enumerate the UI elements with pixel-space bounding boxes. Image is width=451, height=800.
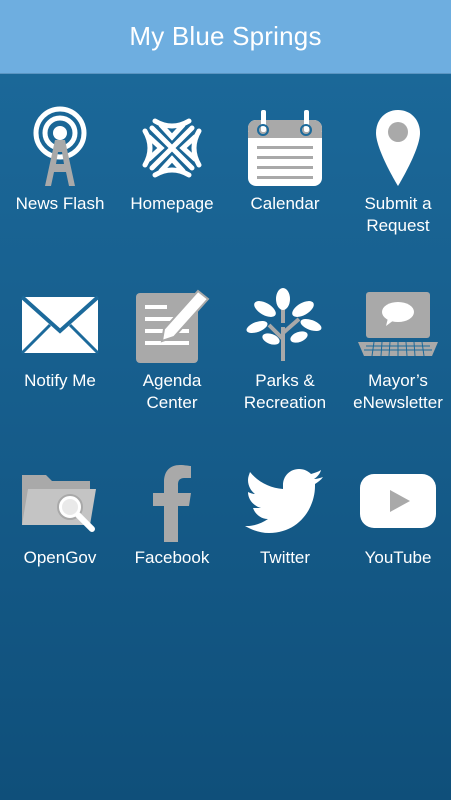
snowflake-logo-icon [116,103,228,193]
tile-label: Parks & Recreation [243,371,327,412]
tile-label: Calendar [250,194,320,213]
tile-label: Mayor’s eNewsletter [353,371,443,412]
tile-parks-recreation[interactable]: Parks & Recreation [229,280,341,414]
radio-tower-icon [4,103,116,193]
tile-label: Notify Me [24,371,96,390]
tile-label: OpenGov [23,548,97,567]
tile-submit-request[interactable]: Submit a Request [342,103,451,237]
tile-label: Submit a Request [364,194,432,235]
tile-label: YouTube [364,548,432,567]
tile-label: News Flash [15,194,105,213]
tile-homepage[interactable]: Homepage [116,103,228,215]
tile-label: Homepage [130,194,214,213]
facebook-icon [116,457,228,547]
tile-opengov[interactable]: OpenGov [4,457,116,569]
tile-twitter[interactable]: Twitter [229,457,341,569]
tile-label: Facebook [134,548,210,567]
tile-agenda-center[interactable]: Agenda Center [116,280,228,414]
calendar-icon [229,103,341,193]
page-title: My Blue Springs [129,21,322,51]
tile-notify-me[interactable]: Notify Me [4,280,116,392]
document-pencil-icon [116,280,228,370]
tile-mayors-enewsletter[interactable]: Mayor’s eNewsletter [342,280,451,414]
tree-icon [229,280,341,370]
folder-search-icon [4,457,116,547]
envelope-icon [4,280,116,370]
tile-calendar[interactable]: Calendar [229,103,341,215]
tile-youtube[interactable]: YouTube [342,457,451,569]
twitter-bird-icon [229,457,341,547]
laptop-chat-icon [342,280,451,370]
tile-label: Twitter [259,548,311,567]
youtube-play-icon [342,457,451,547]
tile-label: Agenda Center [142,371,202,412]
map-pin-icon [342,103,451,193]
app-header: My Blue Springs [0,0,451,74]
tile-facebook[interactable]: Facebook [116,457,228,569]
tile-news-flash[interactable]: News Flash [4,103,116,215]
